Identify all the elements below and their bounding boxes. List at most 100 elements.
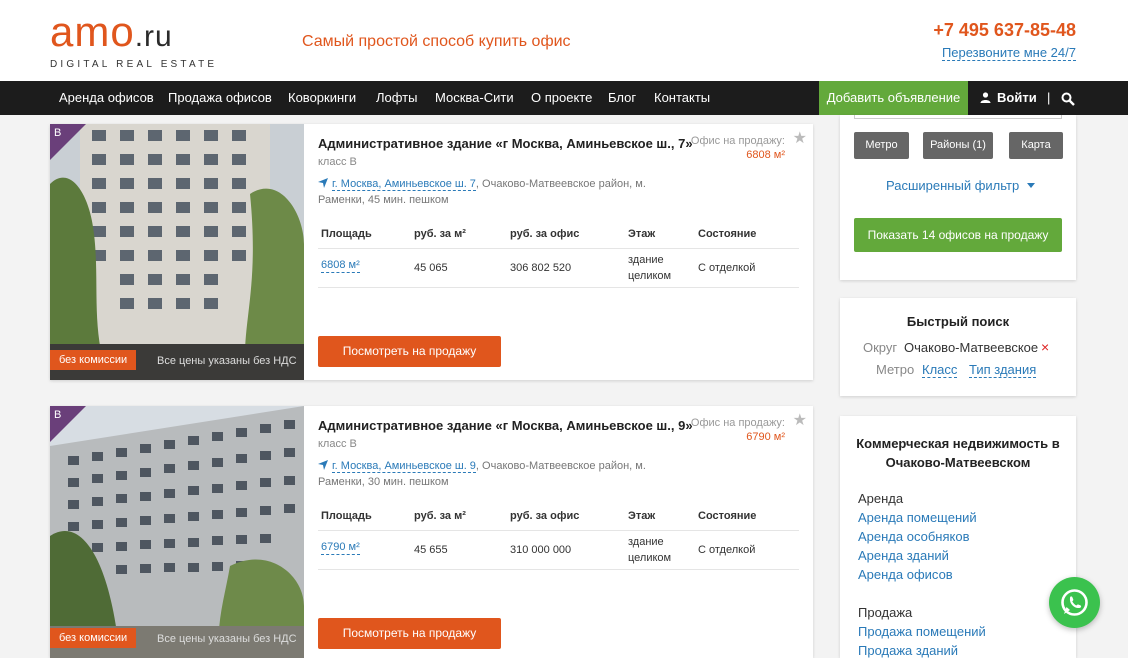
table-header: Площадь: [321, 510, 372, 522]
table-cell-price-sqm: 45 655: [414, 544, 448, 556]
quick-search-title: Быстрый поиск: [906, 314, 1010, 329]
caret-down-icon: [1026, 183, 1035, 188]
rent-heading: Аренда: [858, 491, 904, 506]
site-header: amo.ru DIGITAL REAL ESTATE Самый простой…: [0, 0, 1128, 81]
login-label: Войти: [997, 90, 1037, 105]
location-arrow-icon: [318, 460, 328, 470]
table-cell-condition: С отделкой: [698, 544, 756, 556]
sale-label: Офис на продажу:: [690, 417, 785, 429]
nav-office-rent[interactable]: Аренда офисов: [59, 81, 154, 115]
listing-card: B без комиссии Все цены указаны без НДС …: [50, 124, 813, 380]
whatsapp-button[interactable]: [1049, 577, 1100, 628]
remove-district-icon[interactable]: ×: [1041, 339, 1049, 355]
logo-tagline: DIGITAL REAL ESTATE: [50, 59, 218, 70]
quick-search-panel: Быстрый поиск Округ Очаково-Матвеевское …: [840, 298, 1076, 396]
table-header: Этаж: [628, 510, 656, 522]
filter-panel: Метро Районы (1) Карта Расширенный фильт…: [840, 115, 1076, 280]
address-link[interactable]: г. Москва, Аминьевское ш. 9: [332, 460, 476, 473]
nav-blog[interactable]: Блог: [608, 81, 636, 115]
favorite-star-icon[interactable]: ★: [793, 128, 807, 148]
table-cell-condition: С отделкой: [698, 262, 756, 274]
building-type-link[interactable]: Тип здания: [969, 362, 1037, 378]
table-header: Состояние: [698, 510, 757, 522]
nav-separator: |: [1047, 90, 1051, 105]
no-commission-badge: без комиссии: [50, 350, 137, 370]
table-header: руб. за м²: [414, 228, 466, 240]
address-link[interactable]: г. Москва, Аминьевское ш. 7: [332, 178, 476, 191]
table-header: руб. за офис: [510, 228, 580, 240]
sale-link[interactable]: Продажа зданий: [858, 643, 958, 658]
table-header: руб. за м²: [414, 510, 466, 522]
table-cell-area[interactable]: 6808 м²: [321, 258, 360, 273]
add-listing-button[interactable]: Добавить объявление: [819, 81, 968, 115]
view-sale-button[interactable]: Посмотреть на продажу: [318, 618, 501, 649]
slogan: Самый простой способ купить офис: [302, 33, 571, 50]
listing-card: B без комиссии Все цены указаны без НДС …: [50, 406, 813, 658]
sale-label: Офис на продажу:: [690, 135, 785, 147]
listing-class: класс B: [318, 156, 357, 168]
sale-link[interactable]: Продажа помещений: [858, 624, 986, 639]
table-cell-price-total: 306 802 520: [510, 262, 572, 274]
extended-filter-label: Расширенный фильтр: [886, 178, 1020, 193]
metro-label: Метро: [876, 362, 915, 377]
districts-button[interactable]: Районы (1): [923, 132, 993, 159]
nav-about[interactable]: О проекте: [531, 81, 592, 115]
table-cell-price-total: 310 000 000: [510, 544, 572, 556]
extended-filter-link[interactable]: Расширенный фильтр: [886, 178, 1035, 193]
vat-note: Все цены указаны без НДС: [157, 355, 297, 367]
class-link[interactable]: Класс: [922, 362, 958, 378]
listing-address: г. Москва, Аминьевское ш. 7, Очаково-Мат…: [318, 176, 658, 208]
table-header: Состояние: [698, 228, 757, 240]
callback-link[interactable]: Перезвоните мне 24/7: [941, 45, 1076, 61]
building-photo[interactable]: B без комиссии Все цены указаны без НДС: [50, 406, 304, 658]
sale-value: 6790 м²: [746, 431, 785, 443]
vat-note: Все цены указаны без НДС: [157, 633, 297, 645]
table-cell-floor: здание целиком: [628, 536, 672, 564]
nav-coworking[interactable]: Коворкинги: [288, 81, 356, 115]
rent-link[interactable]: Аренда особняков: [858, 529, 969, 544]
rent-link[interactable]: Аренда зданий: [858, 548, 949, 563]
commercial-panel: Коммерческая недвижимость в Очаково-Матв…: [840, 416, 1076, 658]
table-cell-price-sqm: 45 065: [414, 262, 448, 274]
rent-link[interactable]: Аренда помещений: [858, 510, 977, 525]
user-icon: [980, 92, 991, 103]
rent-link[interactable]: Аренда офисов: [858, 567, 953, 582]
favorite-star-icon[interactable]: ★: [793, 410, 807, 430]
table-header: Этаж: [628, 228, 656, 240]
logo[interactable]: amo.ru DIGITAL REAL ESTATE: [50, 8, 218, 71]
table-divider: [318, 248, 799, 249]
search-icon[interactable]: [1061, 92, 1075, 106]
show-offices-button[interactable]: Показать 14 офисов на продажу: [854, 218, 1062, 252]
whatsapp-icon: [1061, 589, 1088, 616]
building-photo-image: [50, 406, 304, 658]
location-arrow-icon: [318, 178, 328, 188]
district-label: Округ: [863, 340, 898, 355]
logo-wordmark: amo.ru: [50, 8, 173, 55]
phone-number[interactable]: +7 495 637-85-48: [933, 20, 1076, 41]
class-letter: B: [54, 409, 62, 421]
main-nav: Аренда офисов Продажа офисов Коворкинги …: [0, 81, 1128, 115]
table-cell-floor: здание целиком: [628, 254, 672, 282]
map-button[interactable]: Карта: [1009, 132, 1063, 159]
sale-value: 6808 м²: [746, 149, 785, 161]
table-cell-area[interactable]: 6790 м²: [321, 540, 360, 555]
table-divider: [318, 569, 799, 570]
login-button[interactable]: Войти: [980, 81, 1037, 115]
metro-button[interactable]: Метро: [854, 132, 909, 159]
nav-contacts[interactable]: Контакты: [654, 81, 710, 115]
listing-title[interactable]: Административное здание «г Москва, Аминь…: [318, 418, 693, 433]
nav-moscow-city[interactable]: Москва-Сити: [435, 81, 514, 115]
building-photo-image: [50, 124, 304, 380]
building-photo[interactable]: B без комиссии Все цены указаны без НДС: [50, 124, 304, 380]
table-header: Площадь: [321, 228, 372, 240]
district-value: Очаково-Матвеевское: [904, 340, 1039, 355]
nav-office-sale[interactable]: Продажа офисов: [168, 81, 272, 115]
listing-title[interactable]: Административное здание «г Москва, Аминь…: [318, 136, 693, 151]
filter-input[interactable]: [854, 115, 1062, 119]
table-divider: [318, 530, 799, 531]
listing-class: класс B: [318, 438, 357, 450]
sale-area: Офис на продажу: 6790 м²: [691, 416, 785, 444]
listing-address: г. Москва, Аминьевское ш. 9, Очаково-Мат…: [318, 458, 658, 490]
view-sale-button[interactable]: Посмотреть на продажу: [318, 336, 501, 367]
nav-lofts[interactable]: Лофты: [376, 81, 417, 115]
